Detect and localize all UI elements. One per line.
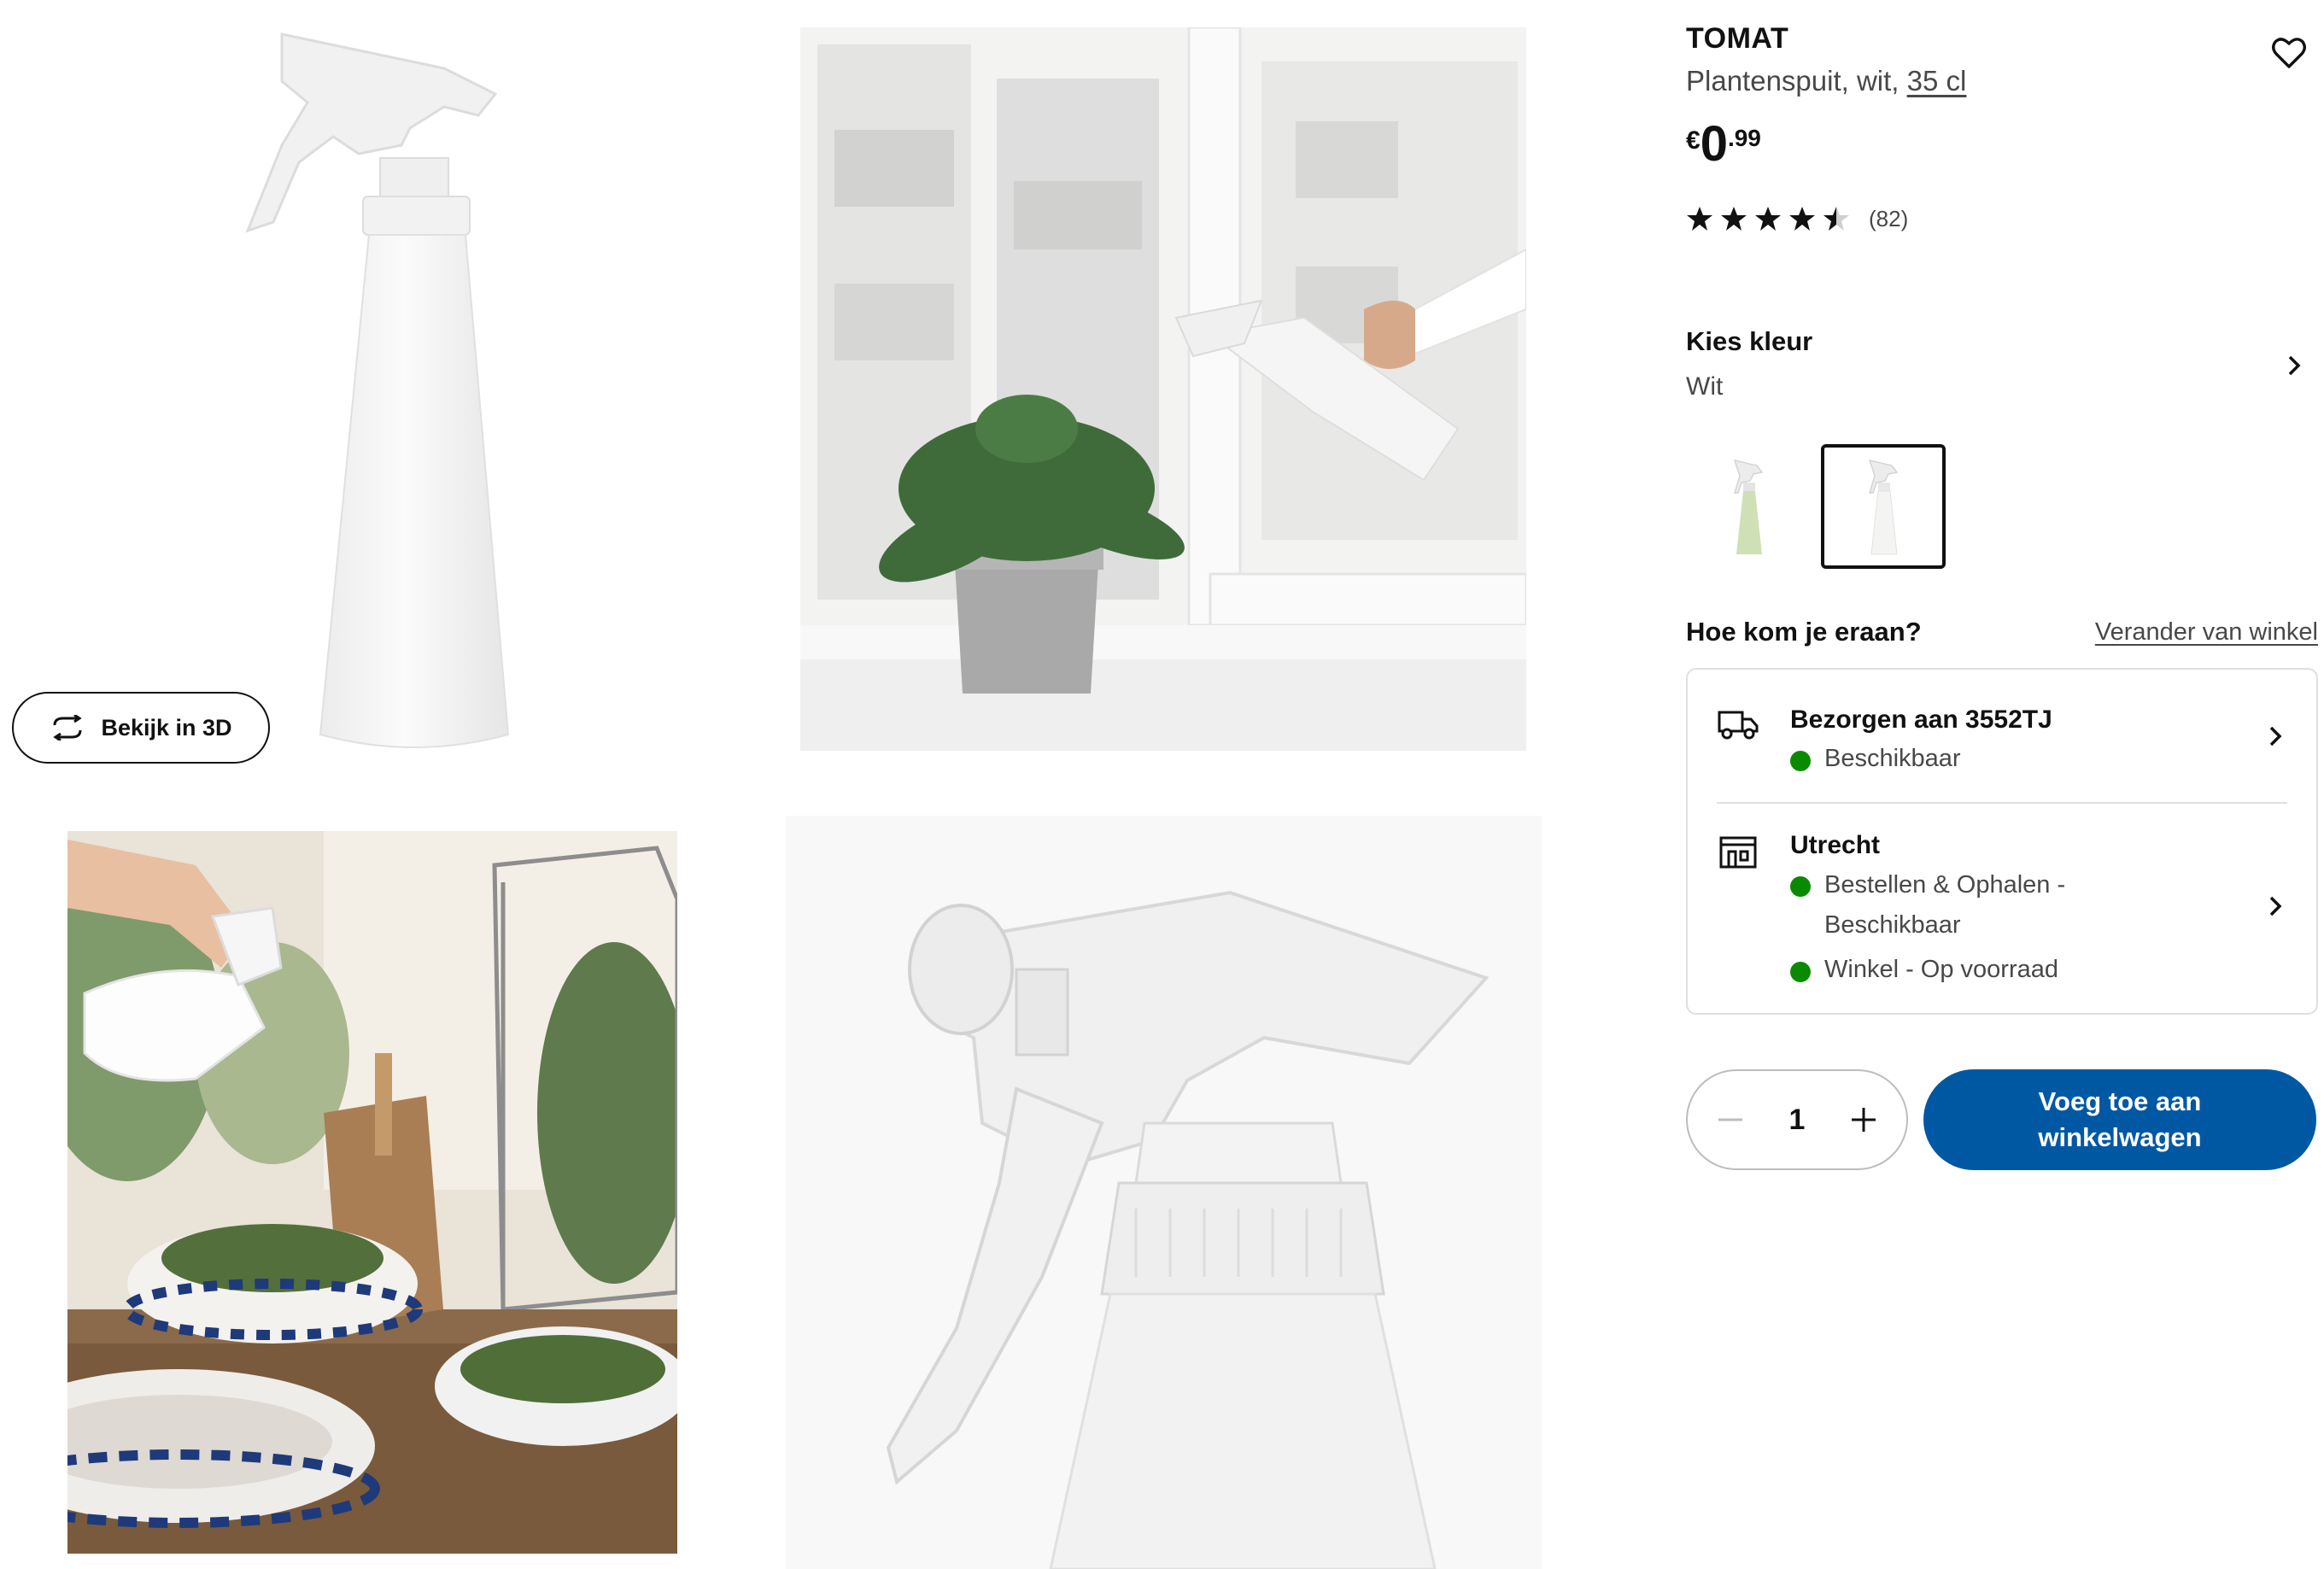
product-description-text: Plantenspuit, wit, (1686, 65, 1907, 97)
quantity-value[interactable]: 1 (1789, 1104, 1806, 1137)
star-full-icon (1721, 207, 1747, 231)
store-icon (1719, 836, 1757, 869)
store-row[interactable]: Utrecht Bestellen & Ophalen - Beschikbaa… (1688, 804, 2316, 1013)
minus-icon[interactable] (1713, 1103, 1747, 1137)
delivery-row[interactable]: Bezorgen aan 3552TJ Beschikbaar (1688, 670, 2316, 802)
chevron-right-icon (2288, 355, 2301, 376)
star-half-icon (1823, 207, 1849, 231)
chevron-right-icon (2269, 726, 2282, 746)
product-image-lifestyle[interactable] (67, 831, 677, 1554)
rotate-3d-icon (53, 715, 83, 741)
view-in-3d-label: Bekijk in 3D (101, 714, 232, 741)
product-rating[interactable]: (82) (1686, 205, 1908, 232)
price-decimal: .99 (1727, 125, 1761, 151)
bottle-white-thumbnail (1868, 459, 1899, 555)
colour-value: Wit (1686, 372, 1724, 401)
swatch-light-green[interactable] (1686, 444, 1811, 569)
product-gallery: Bekijk in 3D (0, 0, 1623, 1569)
add-to-cart-label-1: Voeg toe aan (2038, 1086, 2202, 1116)
quantity-stepper: 1 (1686, 1069, 1908, 1170)
plus-icon[interactable] (1847, 1103, 1881, 1137)
product-image-main[interactable] (0, 0, 803, 786)
availability-box: Bezorgen aan 3552TJ Beschikbaar Utrecht … (1686, 668, 2318, 1015)
add-to-cart-button[interactable]: Voeg toe aan winkelwagen (1923, 1069, 2316, 1170)
colour-swatches (1686, 444, 1946, 569)
store-stock-text: Winkel - Op voorraad (1824, 956, 2058, 983)
price-integer: 0 (1700, 116, 1728, 172)
store-pickup-status: Bestellen & Ophalen - Beschikbaar (1790, 870, 2065, 945)
product-price: € 0 .99 (1686, 120, 1761, 169)
colour-label: Kies kleur (1686, 326, 1813, 356)
heart-icon[interactable] (2270, 34, 2308, 72)
delivery-title: Bezorgen aan 3552TJ (1790, 705, 2052, 734)
rating-count: (82) (1869, 205, 1909, 231)
availability-header: Hoe kom je eraan? Verander van winkel (1686, 617, 2318, 647)
product-image-trigger-closeup[interactable] (786, 816, 1542, 1569)
price-currency: € (1686, 126, 1701, 155)
store-stock-status: Winkel - Op voorraad (1790, 956, 2058, 984)
bottle-green-thumbnail (1733, 459, 1764, 554)
product-image-window-scene[interactable] (800, 27, 1526, 751)
product-info-panel: TOMAT Plantenspuit, wit, 35 cl € 0 .99 (… (1686, 0, 2318, 1569)
star-full-icon (1789, 207, 1815, 231)
view-in-3d-button[interactable]: Bekijk in 3D (12, 692, 270, 764)
star-full-icon (1755, 207, 1781, 231)
store-pickup-line-1: Bestellen & Ophalen - (1824, 871, 2066, 899)
product-title: TOMAT (1686, 22, 1789, 55)
delivery-status: Beschikbaar (1790, 745, 1961, 773)
star-full-icon (1687, 207, 1712, 231)
store-pickup-line-2: Beschikbaar (1824, 911, 1961, 939)
chevron-right-icon (2269, 896, 2282, 916)
add-to-cart-label-2: winkelwagen (2038, 1122, 2202, 1152)
product-size-link[interactable]: 35 cl (1907, 65, 1967, 97)
swatch-white[interactable] (1821, 444, 1946, 569)
status-dot-icon (1790, 751, 1811, 771)
change-store-link[interactable]: Verander van winkel (2095, 618, 2318, 647)
status-dot-icon (1790, 962, 1811, 982)
availability-heading: Hoe kom je eraan? (1686, 617, 1922, 647)
delivery-status-text: Beschikbaar (1824, 745, 1961, 772)
status-dot-icon (1790, 876, 1811, 897)
store-name: Utrecht (1790, 831, 1881, 859)
colour-selector[interactable]: Kies kleur Wit (1686, 316, 2318, 410)
product-description: Plantenspuit, wit, 35 cl (1686, 65, 1966, 97)
truck-icon (1718, 711, 1759, 740)
